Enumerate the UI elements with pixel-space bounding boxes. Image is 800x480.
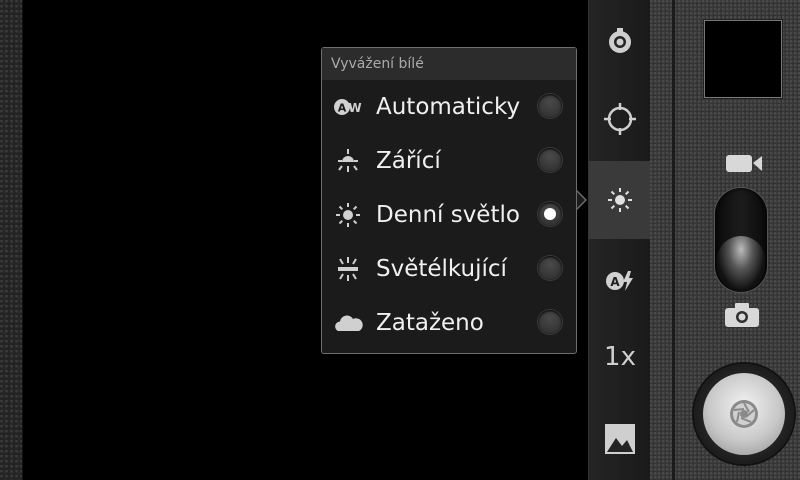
svg-text:W: W — [348, 101, 361, 115]
wb-option-label: Zataženo — [376, 310, 484, 336]
video-camera-icon[interactable] — [724, 152, 764, 174]
focus-mode-button[interactable] — [589, 80, 651, 158]
incandescent-icon — [338, 149, 358, 172]
zoom-level-label: 1x — [604, 342, 636, 372]
panel-divider — [672, 0, 675, 480]
settings-bar: A 1x — [588, 0, 651, 480]
cloudy-icon — [335, 315, 363, 331]
wb-radio-daylight[interactable] — [538, 202, 562, 226]
white-balance-button[interactable] — [589, 161, 651, 239]
wb-option-cloudy[interactable]: Zataženo — [322, 296, 576, 350]
auto-wb-icon: A W — [334, 99, 362, 115]
camera-mode-switch[interactable] — [715, 188, 767, 292]
zoom-button[interactable]: 1x — [589, 318, 651, 396]
svg-text:A: A — [610, 275, 620, 289]
photo-camera-icon[interactable] — [724, 302, 760, 328]
wb-option-label: Automaticky — [376, 94, 521, 120]
camera-settings-icon — [609, 28, 631, 53]
wb-option-auto[interactable]: A W Automaticky — [322, 80, 576, 134]
mode-switch-knob[interactable] — [717, 236, 765, 290]
wb-option-incandescent[interactable]: Zářící — [322, 134, 576, 188]
wb-radio-cloudy[interactable] — [538, 310, 562, 334]
wb-radio-fluorescent[interactable] — [538, 256, 562, 280]
wb-option-label: Světélkující — [376, 256, 507, 282]
flash-mode-button[interactable]: A — [589, 241, 651, 319]
svg-text:A: A — [338, 102, 347, 115]
auto-flash-icon: A — [606, 271, 633, 291]
left-edge-texture — [0, 0, 23, 480]
focus-icon — [604, 103, 636, 135]
wb-option-fluorescent[interactable]: Světélkující — [322, 242, 576, 296]
shutter-button[interactable] — [703, 373, 785, 455]
gallery-button[interactable] — [589, 400, 651, 478]
gallery-icon — [605, 424, 635, 454]
camera-settings-button[interactable] — [589, 2, 651, 80]
last-photo-thumbnail[interactable] — [704, 20, 782, 98]
shutter-icon — [730, 400, 758, 428]
shutter-ring — [694, 364, 794, 464]
wb-option-label: Denní světlo — [376, 202, 520, 228]
daylight-icon — [336, 203, 360, 227]
wb-radio-auto[interactable] — [538, 94, 562, 118]
wb-option-daylight[interactable]: Denní světlo — [322, 188, 576, 242]
popup-title: Vyvážení bílé — [322, 48, 576, 80]
wb-option-label: Zářící — [376, 148, 441, 174]
fluorescent-icon — [338, 257, 358, 281]
wb-radio-incandescent[interactable] — [538, 148, 562, 172]
white-balance-icon — [608, 188, 632, 212]
white-balance-popup: Vyvážení bílé A W Automaticky Zářící Den… — [321, 47, 577, 354]
